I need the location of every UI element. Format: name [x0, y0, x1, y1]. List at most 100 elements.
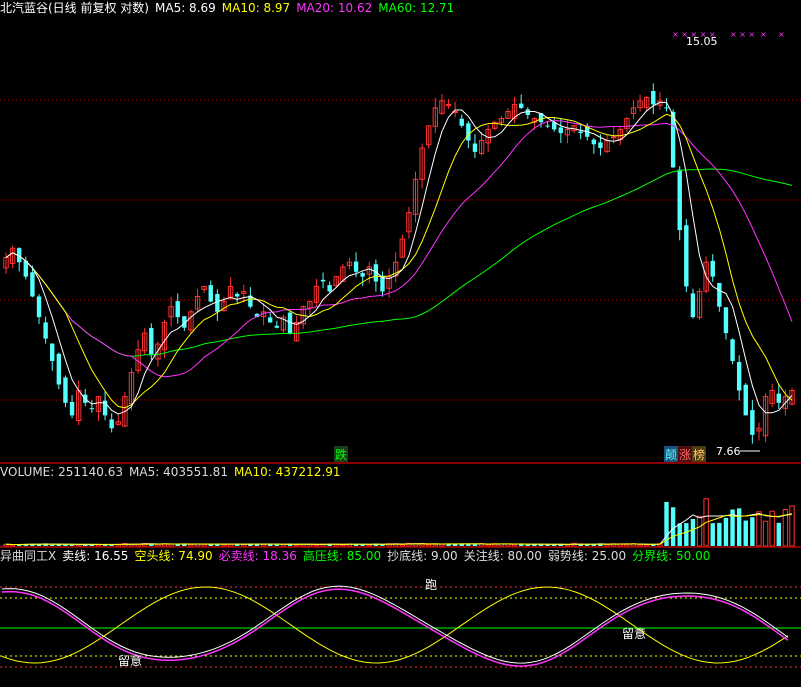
- volume-bar: [340, 544, 346, 547]
- price-panel: × × × × × × × × × × 15.05 7.66 跌 颠 涨 榜: [0, 30, 801, 462]
- volume-bar: [710, 523, 715, 546]
- volume-bar: [684, 523, 689, 546]
- candle-body: [717, 282, 722, 307]
- rise-tag: 涨: [679, 447, 691, 462]
- volume-bar: [221, 544, 227, 547]
- candle-body: [459, 118, 464, 126]
- volume-bar: [366, 544, 372, 547]
- bottom-line-value: 抄底线: 9.00: [387, 549, 458, 563]
- candle-body: [327, 285, 332, 292]
- svg-text:×: ×: [760, 30, 767, 39]
- volume-bars: [3, 498, 795, 547]
- volume-bar: [670, 507, 676, 546]
- candle-body: [63, 377, 68, 403]
- svg-text:× × ×: × × ×: [730, 30, 755, 39]
- volume-bar: [637, 544, 643, 547]
- candle-body: [730, 339, 735, 362]
- volume-bar: [690, 518, 696, 546]
- candle-body: [598, 142, 603, 149]
- indicator-panel: 跑 留意 留意: [0, 578, 801, 668]
- candle-body: [466, 123, 471, 141]
- ma60-value: MA60: 12.71: [378, 1, 455, 15]
- volume-bar: [750, 517, 755, 546]
- candle-body: [234, 293, 240, 297]
- top-tag: 榜: [693, 447, 705, 462]
- volume-bar: [789, 505, 795, 547]
- fall-tag: 跌: [335, 447, 347, 462]
- volume-bar: [175, 544, 180, 546]
- volume-bar: [736, 508, 742, 546]
- candle-body: [723, 307, 729, 334]
- volume-value: VOLUME: 251140.63: [0, 465, 123, 479]
- ma10-value: MA10: 8.97: [221, 1, 291, 15]
- volume-bar: [756, 511, 762, 547]
- candle-body: [69, 402, 75, 416]
- volume-bar: [651, 544, 656, 546]
- volume-bar: [260, 544, 267, 547]
- ma20-value: MA20: 10.62: [296, 1, 373, 15]
- attention-label-right: 留意: [622, 626, 646, 641]
- volume-bar: [762, 520, 769, 547]
- peak-tag: 颠: [665, 447, 677, 462]
- candle-body: [750, 410, 755, 435]
- indicator-header: 异曲同工X 卖线: 16.55 空头线: 74.90 必卖线: 18.36 高压线: 8…: [0, 548, 716, 564]
- volume-bar: [63, 544, 68, 546]
- volume-bar: [525, 544, 530, 546]
- volume-bar: [472, 544, 478, 546]
- high-pressure-value: 高压线: 85.00: [302, 549, 382, 563]
- stock-title: 北汽蓝谷(日线 前复权 对数): [0, 1, 149, 15]
- candle-body: [360, 272, 365, 277]
- svg-text:×: ×: [778, 30, 785, 39]
- volume-bar: [432, 543, 439, 547]
- volume-bar: [188, 543, 194, 547]
- volume-bar: [274, 544, 280, 546]
- volume-bar: [723, 517, 729, 546]
- candle-body: [558, 127, 564, 134]
- candle-body: [109, 419, 114, 429]
- candle-body: [690, 293, 696, 318]
- candle-body: [274, 325, 280, 328]
- candle-body: [149, 327, 154, 356]
- volume-bar: [545, 544, 550, 546]
- candle-body: [320, 279, 326, 282]
- candle-body: [472, 143, 478, 152]
- price-header: 北汽蓝谷(日线 前复权 对数) MA5: 8.69 MA10: 8.97 MA20: …: [0, 0, 460, 16]
- run-label: 跑: [425, 578, 437, 592]
- candle-body: [776, 393, 781, 403]
- candle-body: [268, 317, 273, 323]
- weak-line-value: 弱势线: 25.00: [547, 549, 627, 563]
- volume-bar: [50, 544, 55, 546]
- low-price-label: 7.66: [716, 445, 741, 458]
- volume-bar: [293, 544, 300, 547]
- volume-bar: [426, 543, 432, 547]
- volume-bar: [696, 515, 703, 547]
- volume-bar: [485, 544, 491, 547]
- sell-line-value: 卖线: 16.55: [62, 549, 129, 563]
- candle-body: [43, 322, 48, 339]
- candle-body: [36, 296, 42, 318]
- candle-body: [664, 107, 669, 109]
- volume-panel: [3, 498, 795, 547]
- candle-body: [208, 285, 213, 302]
- ma60-line: [5, 168, 793, 357]
- volume-header: VOLUME: 251140.63 MA5: 403551.81 MA10: 437…: [0, 464, 347, 480]
- attention-line-value: 关注线: 80.00: [463, 549, 542, 563]
- candle-body: [684, 225, 689, 287]
- volume-bar: [717, 522, 722, 546]
- candle-body: [353, 261, 359, 272]
- volume-bar: [743, 520, 748, 546]
- volume-bar: [241, 543, 247, 547]
- empty-head-value: 空头线: 74.90: [134, 549, 213, 563]
- stock-chart: × × × × × × × × × × 15.05 7.66 跌 颠 涨 榜 跑…: [0, 30, 801, 668]
- volume-bar: [313, 544, 320, 547]
- candle-body: [215, 294, 220, 312]
- candle-body: [518, 103, 524, 108]
- candle-body: [736, 362, 742, 391]
- indicator-title: 异曲同工X: [0, 549, 57, 563]
- volume-bar: [466, 544, 471, 546]
- candlestick-series: [3, 83, 795, 444]
- candle-body: [591, 139, 597, 145]
- candle-body: [30, 272, 35, 297]
- volume-bar: [399, 544, 406, 547]
- must-sell-value: 必卖线: 18.36: [218, 549, 297, 563]
